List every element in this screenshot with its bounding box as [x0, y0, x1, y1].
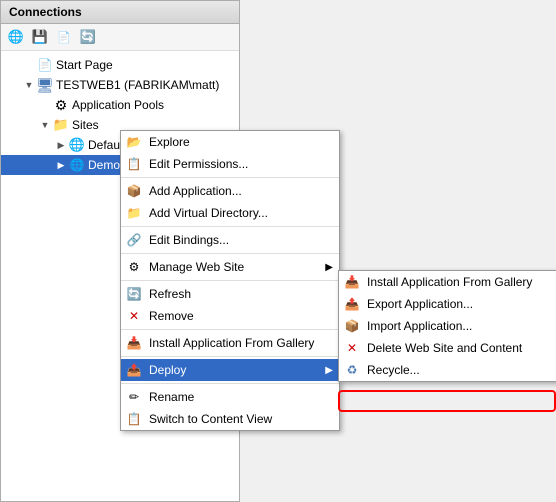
manage-icon: ⚙ — [125, 258, 143, 276]
menu-item-manage-web-site[interactable]: ⚙ Manage Web Site ▶ — [121, 256, 339, 278]
explore-icon: 📂 — [125, 133, 143, 151]
server-label: TESTWEB1 (FABRIKAM\matt) — [56, 76, 219, 94]
switch-content-icon: 📋 — [125, 410, 143, 428]
toolbar-refresh-button[interactable]: 🔄 — [77, 26, 99, 48]
start-page-label: Start Page — [56, 56, 113, 74]
submenu-item-delete-website[interactable]: ✕ Delete Web Site and Content — [339, 337, 556, 359]
server-icon: 🖥 — [37, 77, 53, 93]
add-application-label: Add Application... — [149, 184, 242, 198]
refresh-label: Refresh — [149, 287, 191, 301]
sub-install-gallery-label: Install Application From Gallery — [367, 275, 532, 289]
toolbar-nav-button[interactable]: 📄 — [53, 26, 75, 48]
rename-icon: ✏ — [125, 388, 143, 406]
add-virtual-directory-label: Add Virtual Directory... — [149, 206, 268, 220]
menu-item-edit-permissions[interactable]: 📋 Edit Permissions... — [121, 153, 339, 175]
demo-site-expand-icon: ▶ — [53, 157, 69, 173]
separator-3 — [121, 253, 339, 254]
deploy-label: Deploy — [149, 363, 186, 377]
sites-icon: 📁 — [53, 117, 69, 133]
remove-label: Remove — [149, 309, 194, 323]
sites-label: Sites — [72, 116, 99, 134]
manage-arrow-icon: ▶ — [325, 262, 333, 273]
tree-item-app-pools[interactable]: ⚙ Application Pools — [1, 95, 239, 115]
separator-5 — [121, 329, 339, 330]
menu-item-switch-content[interactable]: 📋 Switch to Content View — [121, 408, 339, 430]
menu-item-add-virtual-directory[interactable]: 📁 Add Virtual Directory... — [121, 202, 339, 224]
menu-item-deploy[interactable]: 📤 Deploy ▶ — [121, 359, 339, 381]
context-menu: 📂 Explore 📋 Edit Permissions... 📦 Add Ap… — [120, 130, 340, 431]
connections-header: Connections — [1, 1, 239, 24]
app-pools-label: Application Pools — [72, 96, 164, 114]
default-site-expand-icon: ▶ — [53, 137, 69, 153]
delete-website-label: Delete Web Site and Content — [367, 341, 522, 355]
menu-item-rename[interactable]: ✏ Rename — [121, 386, 339, 408]
toolbar-save-button[interactable]: 💾 — [29, 26, 51, 48]
rename-label: Rename — [149, 390, 194, 404]
explore-label: Explore — [149, 135, 190, 149]
menu-item-remove[interactable]: ✕ Remove — [121, 305, 339, 327]
refresh-icon: 🔄 — [125, 285, 143, 303]
separator-6 — [121, 356, 339, 357]
submenu-item-recycle[interactable]: ♻ Recycle... — [339, 359, 556, 381]
server-expand-icon: ▼ — [21, 77, 37, 93]
delete-website-icon: ✕ — [343, 339, 361, 357]
recycle-label: Recycle... — [367, 363, 420, 377]
menu-item-edit-bindings[interactable]: 🔗 Edit Bindings... — [121, 229, 339, 251]
toolbar-back-button[interactable]: 🌐 — [5, 26, 27, 48]
demo-site-icon: 🌐 — [69, 157, 85, 173]
sites-expand-icon: ▼ — [37, 117, 53, 133]
import-app-icon: 📦 — [343, 317, 361, 335]
separator-4 — [121, 280, 339, 281]
menu-item-add-application[interactable]: 📦 Add Application... — [121, 180, 339, 202]
export-app-label: Export Application... — [367, 297, 473, 311]
app-pools-icon: ⚙ — [53, 97, 69, 113]
manage-web-site-label: Manage Web Site — [149, 260, 244, 274]
submenu-item-import-app[interactable]: 📦 Import Application... — [339, 315, 556, 337]
start-page-icon: 📄 — [37, 57, 53, 73]
install-gallery-icon: 📥 — [125, 334, 143, 352]
separator-2 — [121, 226, 339, 227]
menu-item-explore[interactable]: 📂 Explore — [121, 131, 339, 153]
sub-install-gallery-icon: 📥 — [343, 273, 361, 291]
separator-7 — [121, 383, 339, 384]
tree-item-server[interactable]: ▼ 🖥 TESTWEB1 (FABRIKAM\matt) — [1, 75, 239, 95]
edit-bindings-icon: 🔗 — [125, 231, 143, 249]
connections-title: Connections — [9, 5, 82, 19]
default-site-icon: 🌐 — [69, 137, 85, 153]
deploy-icon: 📤 — [125, 361, 143, 379]
export-app-icon: 📤 — [343, 295, 361, 313]
deploy-arrow-icon: ▶ — [325, 365, 333, 376]
add-application-icon: 📦 — [125, 182, 143, 200]
separator-1 — [121, 177, 339, 178]
submenu-item-install-gallery[interactable]: 📥 Install Application From Gallery — [339, 271, 556, 293]
expand-icon — [21, 57, 37, 73]
deploy-submenu: 📥 Install Application From Gallery 📤 Exp… — [338, 270, 556, 382]
connections-toolbar: 🌐 💾 📄 🔄 — [1, 24, 239, 51]
install-gallery-label: Install Application From Gallery — [149, 336, 314, 350]
remove-icon: ✕ — [125, 307, 143, 325]
edit-permissions-icon: 📋 — [125, 155, 143, 173]
edit-permissions-label: Edit Permissions... — [149, 157, 248, 171]
recycle-icon: ♻ — [343, 361, 361, 379]
tree-item-start-page[interactable]: 📄 Start Page — [1, 55, 239, 75]
app-pools-expand-icon — [37, 97, 53, 113]
submenu-item-export-app[interactable]: 📤 Export Application... — [339, 293, 556, 315]
menu-item-install-gallery[interactable]: 📥 Install Application From Gallery — [121, 332, 339, 354]
switch-content-label: Switch to Content View — [149, 412, 272, 426]
add-virtual-dir-icon: 📁 — [125, 204, 143, 222]
menu-item-refresh[interactable]: 🔄 Refresh — [121, 283, 339, 305]
import-app-highlight — [338, 390, 556, 412]
import-app-label: Import Application... — [367, 319, 472, 333]
edit-bindings-label: Edit Bindings... — [149, 233, 229, 247]
